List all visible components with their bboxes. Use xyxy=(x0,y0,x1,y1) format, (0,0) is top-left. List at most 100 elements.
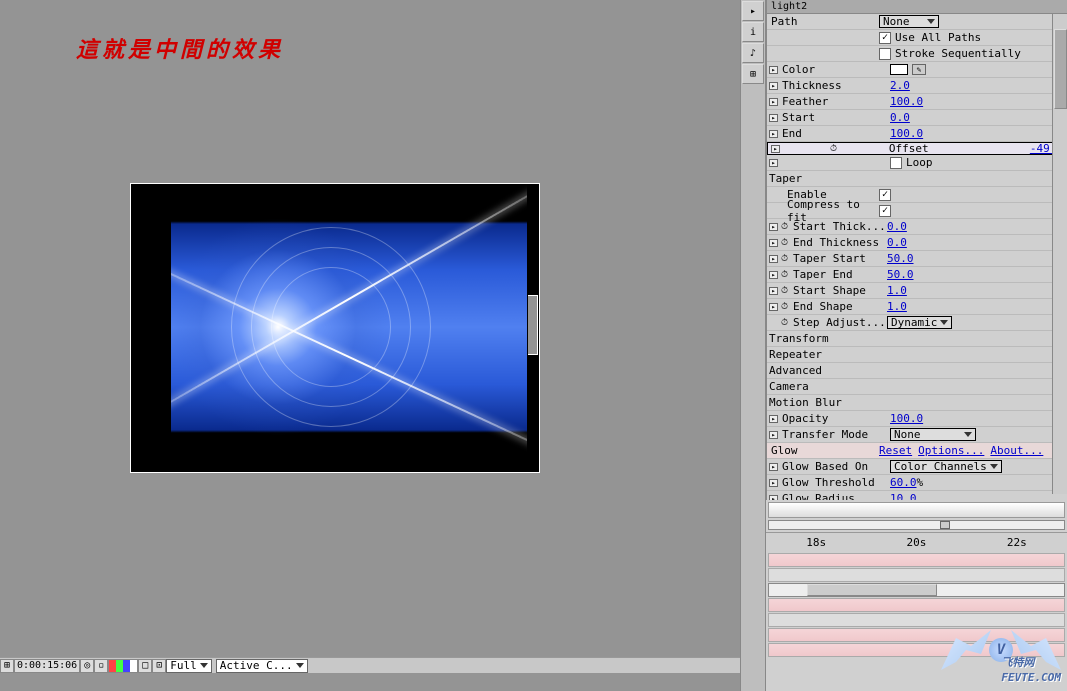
transfer-mode-select[interactable]: None xyxy=(890,428,976,441)
panel-scrollbar[interactable] xyxy=(1052,14,1067,494)
stopwatch-icon[interactable]: ⏱ xyxy=(780,302,789,312)
channel-button[interactable]: ▫ xyxy=(94,659,108,673)
end-shape-value[interactable]: 1.0 xyxy=(887,300,907,313)
stopwatch-icon[interactable]: ⏱ xyxy=(780,318,789,328)
timeline-ruler[interactable] xyxy=(768,502,1065,518)
preview-frame[interactable] xyxy=(130,183,540,473)
expand-toggle[interactable]: ▸ xyxy=(769,130,778,138)
glow-about-link[interactable]: About... xyxy=(990,444,1043,457)
compress-row: Compress to fit ✓ xyxy=(767,203,1067,219)
scroller-thumb[interactable] xyxy=(807,584,937,596)
advanced-header[interactable]: Advanced xyxy=(767,363,1067,379)
expand-toggle[interactable]: ▸ xyxy=(769,287,778,295)
step-adjust-row: ⏱ Step Adjust... Dynamic xyxy=(767,315,1067,331)
step-adjust-select[interactable]: Dynamic xyxy=(887,316,952,329)
stopwatch-icon[interactable]: ⏱ xyxy=(780,238,789,248)
loop-checkbox[interactable] xyxy=(890,157,902,169)
stopwatch-icon[interactable]: ⏱ xyxy=(780,222,789,232)
opacity-value[interactable]: 100.0 xyxy=(890,412,923,425)
taper-header[interactable]: Taper xyxy=(767,171,1067,187)
color-channels[interactable] xyxy=(108,659,138,673)
expand-toggle[interactable]: ▸ xyxy=(769,479,778,487)
alpha-channel[interactable] xyxy=(130,660,137,672)
expand-toggle[interactable]: ▸ xyxy=(769,303,778,311)
timeline-track[interactable] xyxy=(768,613,1065,627)
use-all-paths-checkbox[interactable]: ✓ xyxy=(879,32,891,44)
stopwatch-icon[interactable]: ⏱ xyxy=(829,144,838,154)
ring-graphic xyxy=(231,227,431,427)
dock-audio-button[interactable]: ♪ xyxy=(742,43,764,63)
eyedropper-button[interactable]: ✎ xyxy=(912,64,926,75)
taper-start-value[interactable]: 50.0 xyxy=(887,252,914,265)
end-shape-row: ▸ ⏱ End Shape 1.0 xyxy=(767,299,1067,315)
start-thick-value[interactable]: 0.0 xyxy=(887,220,907,233)
end-value[interactable]: 100.0 xyxy=(890,127,923,140)
repeater-header[interactable]: Repeater xyxy=(767,347,1067,363)
stopwatch-icon[interactable]: ⏱ xyxy=(780,270,789,280)
use-all-paths-row: ✓ Use All Paths xyxy=(767,30,1067,46)
expand-toggle[interactable]: ▸ xyxy=(769,415,778,423)
zoom-handle[interactable] xyxy=(940,521,950,529)
expand-toggle[interactable]: ▸ xyxy=(769,271,778,279)
chevron-down-icon xyxy=(927,19,935,24)
feather-value[interactable]: 100.0 xyxy=(890,95,923,108)
dock-arrow-button[interactable]: ▸ xyxy=(742,1,764,21)
stroke-seq-checkbox[interactable] xyxy=(879,48,891,60)
expand-toggle[interactable]: ▸ xyxy=(769,82,778,90)
start-value[interactable]: 0.0 xyxy=(890,111,910,124)
glow-reset-link[interactable]: Reset xyxy=(879,444,912,457)
grid-toggle-button[interactable]: ⊞ xyxy=(0,659,14,673)
timeline-zoom-slider[interactable] xyxy=(768,520,1065,530)
motion-blur-header[interactable]: Motion Blur xyxy=(767,395,1067,411)
glow-based-select[interactable]: Color Channels xyxy=(890,460,1002,473)
expand-toggle[interactable]: ▸ xyxy=(771,145,780,153)
expand-toggle[interactable]: ▸ xyxy=(769,255,778,263)
expand-toggle[interactable]: ▸ xyxy=(769,114,778,122)
timeline-track[interactable] xyxy=(768,553,1065,567)
expand-toggle[interactable]: ▸ xyxy=(769,463,778,471)
transparency-button[interactable]: ⊡ xyxy=(152,659,166,673)
compress-checkbox[interactable]: ✓ xyxy=(879,205,891,217)
stopwatch-icon[interactable]: ⏱ xyxy=(780,254,789,264)
thickness-value[interactable]: 2.0 xyxy=(890,79,910,92)
expand-toggle[interactable]: ▸ xyxy=(769,159,778,167)
glow-options-link[interactable]: Options... xyxy=(918,444,984,457)
path-select[interactable]: None xyxy=(879,15,939,28)
expand-toggle[interactable]: ▸ xyxy=(769,431,778,439)
taper-end-value[interactable]: 50.0 xyxy=(887,268,914,281)
time-mark: 22s xyxy=(1007,536,1027,549)
viewer-bottom-bar: ⊞ 0:00:15:06 ◎ ▫ □ ⊡ Full Active C... xyxy=(0,657,740,673)
end-thick-value[interactable]: 0.0 xyxy=(887,236,907,249)
green-channel[interactable] xyxy=(116,660,123,672)
timeline-scroller[interactable] xyxy=(768,583,1065,597)
panel-tab[interactable]: light2 xyxy=(767,0,1067,14)
region-button[interactable]: □ xyxy=(138,659,152,673)
scrollbar-thumb[interactable] xyxy=(1054,29,1067,109)
expand-toggle[interactable]: ▸ xyxy=(769,239,778,247)
blue-channel[interactable] xyxy=(123,660,130,672)
glow-threshold-value[interactable]: 60.0 xyxy=(890,476,917,489)
transform-header[interactable]: Transform xyxy=(767,331,1067,347)
stroke-seq-label: Stroke Sequentially xyxy=(895,47,1021,60)
snapshot-button[interactable]: ◎ xyxy=(80,659,94,673)
timeline-track[interactable] xyxy=(768,568,1065,582)
timeline-track[interactable] xyxy=(768,628,1065,642)
color-swatch[interactable] xyxy=(890,64,908,75)
dock-tools-button[interactable]: ⊞ xyxy=(742,64,764,84)
start-shape-value[interactable]: 1.0 xyxy=(887,284,907,297)
camera-select[interactable]: Active C... xyxy=(216,659,308,673)
red-channel[interactable] xyxy=(109,660,116,672)
dock-info-button[interactable]: i xyxy=(742,22,764,42)
camera-header[interactable]: Camera xyxy=(767,379,1067,395)
timeline-track[interactable] xyxy=(768,598,1065,612)
glow-threshold-row: ▸ Glow Threshold 60.0 % xyxy=(767,475,1067,491)
expand-toggle[interactable]: ▸ xyxy=(769,223,778,231)
enable-checkbox[interactable]: ✓ xyxy=(879,189,891,201)
timecode-display[interactable]: 0:00:15:06 xyxy=(14,659,80,673)
stopwatch-icon[interactable]: ⏱ xyxy=(780,286,789,296)
expand-toggle[interactable]: ▸ xyxy=(769,98,778,106)
timeline-track[interactable] xyxy=(768,643,1065,657)
start-shape-row: ▸ ⏱ Start Shape 1.0 xyxy=(767,283,1067,299)
expand-toggle[interactable]: ▸ xyxy=(769,66,778,74)
zoom-select[interactable]: Full xyxy=(166,659,212,673)
